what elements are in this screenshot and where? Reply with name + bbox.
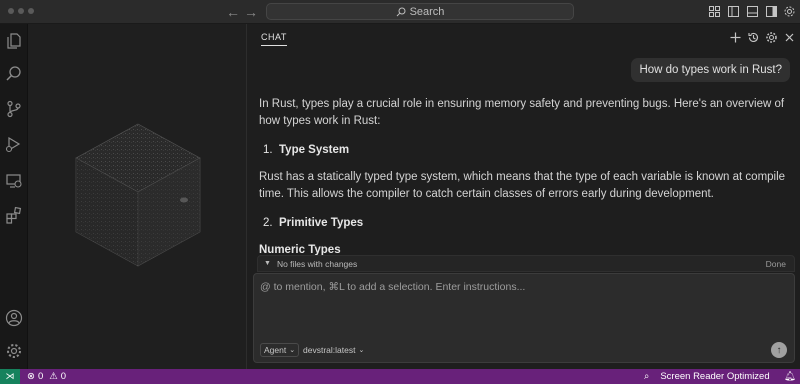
chevron-down-icon: ⌄ <box>289 347 296 354</box>
response-intro: In Rust, types play a crucial role in en… <box>259 98 785 127</box>
warning-icon: ⚠ <box>49 371 58 382</box>
forward-arrow-icon[interactable]: → <box>244 3 258 21</box>
chevron-down-icon: ⌄ <box>358 347 365 354</box>
status-bar: ⋊ ⊗ 0 ⚠ 0 ⌕ Screen Reader Optimized 🔔︎ <box>0 369 800 384</box>
explorer-icon[interactable] <box>5 32 23 50</box>
send-button[interactable]: ↑ <box>771 342 787 358</box>
done-button[interactable]: Done <box>766 259 786 269</box>
section-title: Primitive Types <box>279 217 364 229</box>
section-title: Type System <box>279 144 350 156</box>
search-icon <box>396 7 406 16</box>
chat-input[interactable]: @ to mention, ⌘L to add a selection. Ent… <box>253 273 795 363</box>
toggle-primary-sidebar-icon[interactable] <box>727 5 740 18</box>
history-icon[interactable] <box>747 31 760 44</box>
screen-reader-status[interactable]: ⌕ Screen Reader Optimized <box>644 370 770 383</box>
mode-picker[interactable]: Agent ⌄ <box>260 343 300 357</box>
extensions-icon[interactable] <box>5 206 23 224</box>
run-debug-icon[interactable] <box>5 135 23 153</box>
new-chat-icon[interactable] <box>729 31 742 44</box>
watermark-logo <box>75 123 201 267</box>
window-close-button[interactable] <box>8 8 14 14</box>
section-heading: 2. Primitive Types <box>259 215 795 232</box>
section-number: 1. <box>263 144 273 156</box>
model-picker[interactable]: devstral:latest ⌄ <box>300 343 367 357</box>
notifications-bell[interactable]: 🔔︎ <box>784 370 796 383</box>
close-icon[interactable] <box>783 31 796 44</box>
manage-gear-icon[interactable] <box>5 342 23 360</box>
section-body: Rust has a statically typed type system,… <box>259 171 786 200</box>
settings-gear-icon[interactable] <box>783 5 796 18</box>
remote-explorer-icon[interactable] <box>5 172 23 190</box>
error-icon: ⊗ <box>27 371 35 382</box>
search-icon[interactable] <box>5 65 23 83</box>
problems-indicator[interactable]: ⊗ 0 ⚠ 0 <box>27 370 66 383</box>
back-arrow-icon[interactable]: ← <box>226 3 240 21</box>
toggle-panel-icon[interactable] <box>746 5 759 18</box>
remote-indicator[interactable]: ⋊ <box>0 369 20 384</box>
assistant-response: In Rust, types play a crucial role in en… <box>259 96 795 259</box>
settings-icon[interactable] <box>765 31 778 44</box>
chevron-down-icon[interactable]: ▼ <box>264 260 271 267</box>
model-label: devstral:latest <box>303 345 356 355</box>
input-placeholder: @ to mention, ⌘L to add a selection. Ent… <box>260 281 526 293</box>
user-message: How do types work in Rust? <box>631 58 790 82</box>
tab-chat[interactable]: CHAT <box>261 32 287 46</box>
changes-label: No files with changes <box>276 258 358 269</box>
bell-icon: 🔔︎ <box>784 371 797 382</box>
customize-layout-icon[interactable] <box>708 5 721 18</box>
window-minimize-button[interactable] <box>18 8 24 14</box>
error-count: 0 <box>37 371 44 382</box>
accounts-icon[interactable] <box>5 309 23 327</box>
working-set-bar[interactable]: ▼ No files with changes Done <box>257 255 795 272</box>
arrow-up-icon: ↑ <box>776 344 782 356</box>
warning-count: 0 <box>60 371 67 382</box>
chat-panel: CHAT How do types work in Rust? In Rust,… <box>246 24 800 369</box>
editor-area <box>28 24 246 369</box>
section-number: 2. <box>263 217 273 229</box>
title-bar: ← → Search <box>0 0 800 24</box>
toggle-secondary-sidebar-icon[interactable] <box>765 5 778 18</box>
zoom-icon: ⌕ <box>644 371 650 382</box>
section-heading: 1. Type System <box>259 142 795 159</box>
mode-label: Agent <box>264 345 287 355</box>
command-center-search[interactable]: Search <box>266 3 574 20</box>
screen-reader-label: Screen Reader Optimized <box>660 371 770 382</box>
search-label: Search <box>409 5 445 18</box>
remote-icon: ⋊ <box>5 371 15 381</box>
source-control-icon[interactable] <box>5 100 23 118</box>
activity-bar <box>0 24 28 369</box>
window-zoom-button[interactable] <box>28 8 34 14</box>
